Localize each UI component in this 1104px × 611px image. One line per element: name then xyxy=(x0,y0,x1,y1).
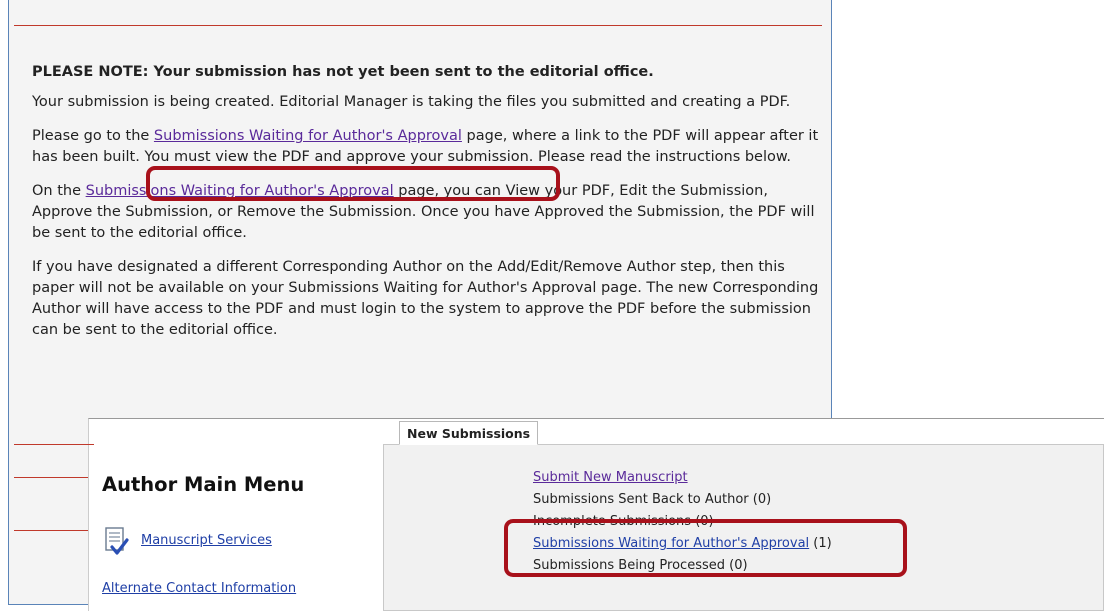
notice-paragraph-2: Please go to the Submissions Waiting for… xyxy=(32,126,822,168)
notice-text: Please go to the xyxy=(32,128,154,144)
manuscript-services-link[interactable]: Manuscript Services xyxy=(141,533,272,548)
notice-heading: PLEASE NOTE: Your submission has not yet… xyxy=(32,64,654,80)
notice-text: On the xyxy=(32,183,86,199)
manuscript-document-icon xyxy=(105,527,129,555)
highlight-box-top xyxy=(146,166,560,201)
author-main-menu-title: Author Main Menu xyxy=(102,473,305,496)
alternate-contact-link[interactable]: Alternate Contact Information xyxy=(102,581,296,596)
divider xyxy=(14,25,822,26)
notice-paragraph-1: Your submission is being created. Editor… xyxy=(32,94,791,110)
highlight-box-bottom xyxy=(504,519,907,577)
tab-new-submissions[interactable]: New Submissions xyxy=(399,421,539,445)
list-item: Submit New Manuscript xyxy=(533,467,832,489)
waiting-approval-link[interactable]: Submissions Waiting for Author's Approva… xyxy=(154,128,462,144)
notice-paragraph-4: If you have designated a different Corre… xyxy=(32,259,819,338)
submit-new-manuscript-link[interactable]: Submit New Manuscript xyxy=(533,470,688,485)
divider xyxy=(14,477,94,478)
list-item: Submissions Sent Back to Author (0) xyxy=(533,492,772,507)
divider xyxy=(14,530,94,531)
submission-notice: PLEASE NOTE: Your submission has not yet… xyxy=(32,62,822,354)
divider xyxy=(14,444,94,445)
